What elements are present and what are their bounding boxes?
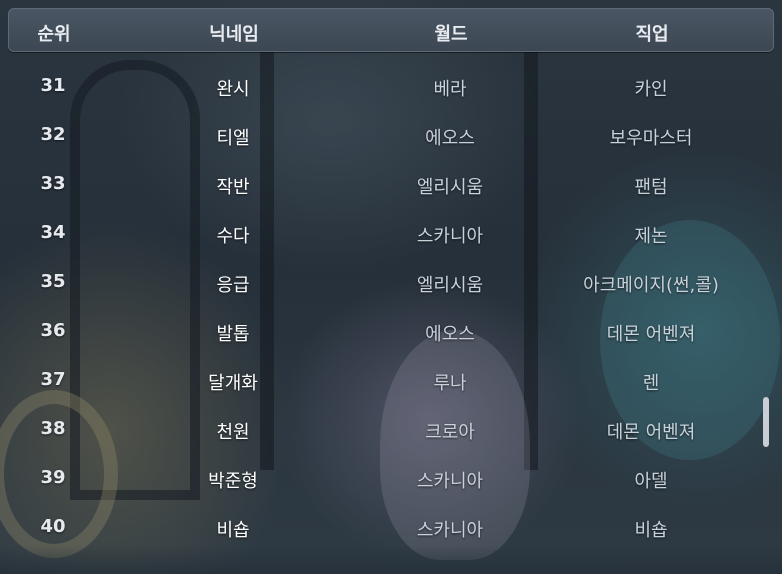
rank-cell: 35 [40, 271, 66, 292]
rank-cell: 37 [40, 369, 66, 390]
world-cell: 에오스 [425, 128, 475, 149]
job-cell: 데몬 어벤져 [606, 422, 696, 443]
world-cell: 루나 [433, 373, 467, 394]
world-cell: 스카니아 [416, 471, 484, 492]
job-cell: 렌 [642, 373, 660, 394]
job-cell: 아델 [634, 471, 668, 492]
rank-cell: 40 [40, 516, 66, 537]
world-cell: 엘리시움 [416, 275, 484, 296]
scrollbar-thumb[interactable] [763, 397, 769, 447]
ranking-list: 31 완시 베라 카인 32 티엘 에오스 보우마스터 33 작반 엘리시움 팬… [0, 64, 782, 554]
nickname-cell: 티엘 [216, 128, 250, 149]
header-nickname[interactable]: 닉네임 [209, 20, 259, 46]
rank-cell: 32 [40, 124, 66, 145]
world-cell: 스카니아 [416, 520, 484, 541]
job-cell: 제논 [634, 226, 668, 247]
world-cell: 엘리시움 [416, 177, 484, 198]
nickname-cell: 달개화 [208, 373, 258, 394]
job-cell: 카인 [634, 79, 668, 100]
nickname-cell: 완시 [216, 79, 250, 100]
ranking-row[interactable]: 38 천원 크로아 데몬 어벤져 [0, 407, 782, 456]
nickname-cell: 박준형 [208, 471, 258, 492]
rank-cell: 36 [40, 320, 66, 341]
rank-cell: 31 [40, 75, 66, 96]
world-cell: 크로아 [425, 422, 475, 443]
ranking-row[interactable]: 37 달개화 루나 렌 [0, 358, 782, 407]
header-job[interactable]: 직업 [635, 20, 668, 46]
nickname-cell: 천원 [216, 422, 250, 443]
nickname-cell: 비숍 [216, 520, 250, 541]
ranking-row[interactable]: 33 작반 엘리시움 팬텀 [0, 162, 782, 211]
ranking-row[interactable]: 32 티엘 에오스 보우마스터 [0, 113, 782, 162]
ranking-row[interactable]: 36 발톱 에오스 데몬 어벤져 [0, 309, 782, 358]
job-cell: 아크메이지(썬,콜) [583, 275, 719, 296]
job-cell: 보우마스터 [609, 128, 693, 149]
job-cell: 데몬 어벤져 [606, 324, 696, 345]
header-rank[interactable]: 순위 [37, 20, 70, 46]
ranking-row[interactable]: 35 응급 엘리시움 아크메이지(썬,콜) [0, 260, 782, 309]
job-cell: 비숍 [634, 520, 668, 541]
ranking-row[interactable]: 39 박준형 스카니아 아델 [0, 456, 782, 505]
world-cell: 스카니아 [416, 226, 484, 247]
scrollbar-track[interactable] [762, 60, 770, 560]
ranking-window: 순위 닉네임 월드 직업 31 완시 베라 카인 32 티엘 에오스 보우마스터… [0, 0, 782, 574]
nickname-cell: 응급 [216, 275, 250, 296]
ranking-header: 순위 닉네임 월드 직업 [8, 8, 774, 52]
ranking-row[interactable]: 34 수다 스카니아 제논 [0, 211, 782, 260]
ranking-row[interactable]: 31 완시 베라 카인 [0, 64, 782, 113]
job-cell: 팬텀 [634, 177, 668, 198]
nickname-cell: 수다 [216, 226, 250, 247]
rank-cell: 38 [40, 418, 66, 439]
rank-cell: 39 [40, 467, 66, 488]
world-cell: 베라 [433, 79, 467, 100]
ranking-row[interactable]: 40 비숍 스카니아 비숍 [0, 505, 782, 554]
rank-cell: 34 [40, 222, 66, 243]
header-world[interactable]: 월드 [434, 20, 467, 46]
nickname-cell: 작반 [216, 177, 250, 198]
nickname-cell: 발톱 [216, 324, 250, 345]
world-cell: 에오스 [425, 324, 475, 345]
rank-cell: 33 [40, 173, 66, 194]
